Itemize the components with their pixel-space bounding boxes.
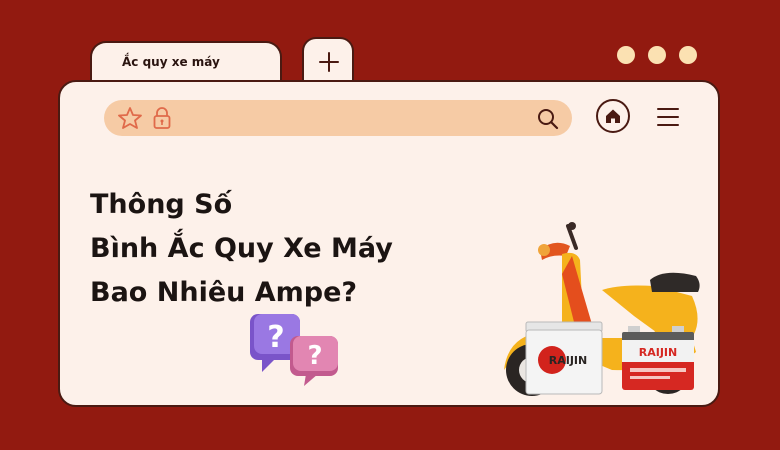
battery-red-illustration: RAIJIN xyxy=(622,326,694,390)
search-icon[interactable] xyxy=(536,107,560,131)
menu-icon xyxy=(657,116,679,118)
tab-title: Ắc quy xe máy xyxy=(122,55,220,69)
question-mark: ? xyxy=(307,341,322,371)
star-icon[interactable] xyxy=(118,107,142,129)
window-dot[interactable] xyxy=(679,46,697,64)
headline-line: Bình Ắc Quy Xe Máy xyxy=(90,233,393,264)
headline-line: Thông Số xyxy=(90,189,233,220)
window-dot[interactable] xyxy=(648,46,666,64)
question-bubbles-illustration: ? ? xyxy=(250,314,338,386)
page-headline: Thông Số Bình Ắc Quy Xe Máy Bao Nhiêu Am… xyxy=(90,183,393,315)
battery-brand: RAIJIN xyxy=(639,346,677,359)
home-icon xyxy=(606,109,620,123)
battery-brand: RAIJIN xyxy=(549,354,587,367)
battery-white-illustration: RAIJIN xyxy=(525,321,603,395)
question-bubble-pink: ? xyxy=(290,336,338,386)
plus-icon xyxy=(319,52,339,72)
menu-icon xyxy=(657,108,679,110)
address-bar[interactable] xyxy=(104,100,572,136)
window-dot[interactable] xyxy=(617,46,635,64)
home-button[interactable] xyxy=(596,99,630,133)
question-mark: ? xyxy=(267,320,284,355)
menu-icon xyxy=(657,124,679,126)
menu-button[interactable] xyxy=(657,106,681,128)
window-controls xyxy=(617,46,697,64)
browser-window: Thông Số Bình Ắc Quy Xe Máy Bao Nhiêu Am… xyxy=(58,80,720,407)
lock-icon xyxy=(153,107,171,129)
headline-line: Bao Nhiêu Ampe? xyxy=(90,277,358,308)
